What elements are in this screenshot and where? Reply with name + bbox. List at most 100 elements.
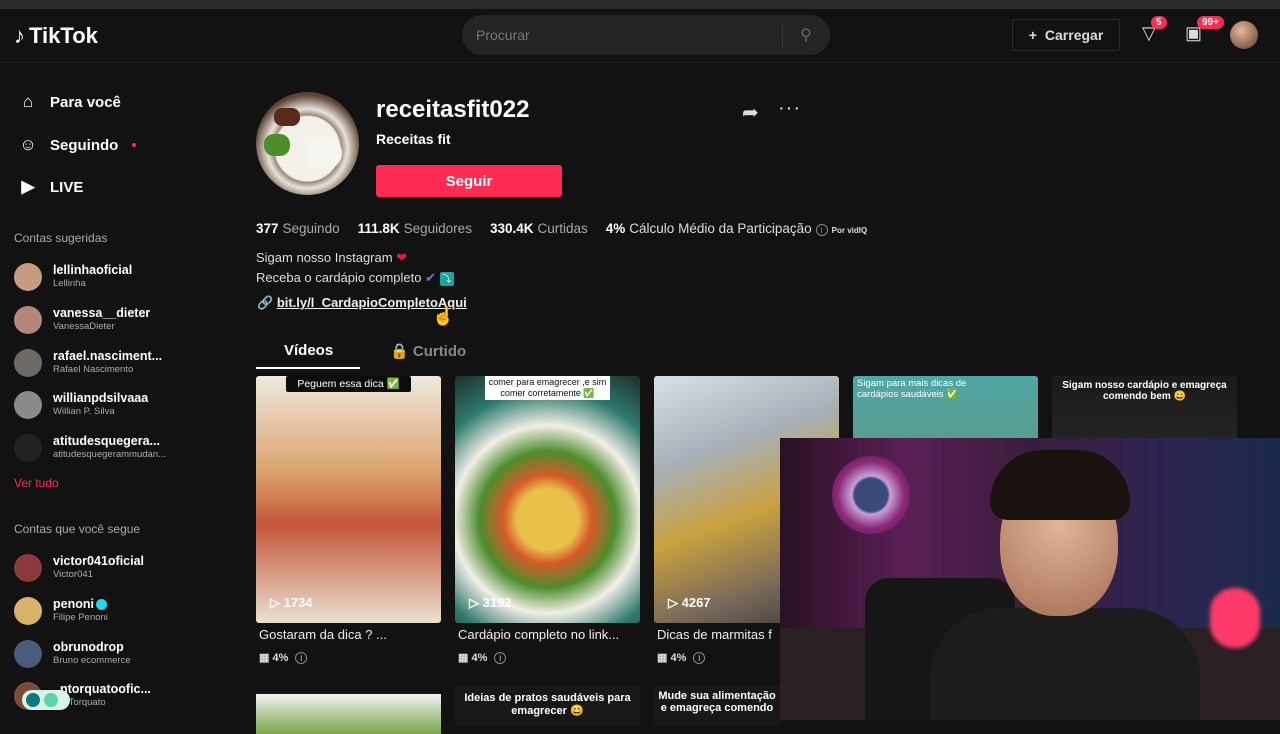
video-card[interactable]: Mude sua alimentação e emagreça comendo <box>654 686 780 726</box>
bar-chart-icon: ▦ <box>259 652 270 664</box>
link-icon: 🔗 <box>257 295 274 310</box>
avatar-meat <box>274 108 300 126</box>
verified-icon <box>95 599 107 611</box>
avatar <box>14 554 42 582</box>
stat-engagement: 4% Cálculo Médio da Participação i Por vidI… <box>605 221 868 236</box>
webcam-lamp <box>832 456 910 534</box>
heart-icon: ❤ <box>396 250 408 265</box>
logo-text: TikTok <box>29 23 98 48</box>
nav-following[interactable]: ☺ Seguindo <box>18 135 137 155</box>
extension-toggle[interactable] <box>22 690 70 710</box>
plus-icon: + <box>1028 27 1037 43</box>
account-sub: VanessaDieter <box>53 321 115 332</box>
webcam-overlay <box>780 438 1280 720</box>
suggested-account[interactable]: atitudesquegera... atitudesquegerammudan… <box>14 432 194 466</box>
info-icon[interactable]: i <box>693 652 706 664</box>
video-caption[interactable]: Cardápio completo no link... <box>458 627 638 642</box>
video-engagement: ▦ 4% i <box>259 651 311 664</box>
profile-display-name: Receitas fit <box>376 131 451 147</box>
account-sub: Filipe Penoni <box>53 612 108 623</box>
video-top-caption: Peguem essa dica ✅ <box>286 376 411 392</box>
account-name: victor041oficial <box>53 554 145 568</box>
upload-label: Carregar <box>1044 27 1104 43</box>
nav-for-you[interactable]: ⌂ Para você <box>18 92 121 112</box>
bar-chart-icon: ▦ <box>458 652 469 664</box>
vidiq-label: Por vidIQ <box>831 226 868 235</box>
profile-tabs: Vídeos 🔒 Curtido <box>256 338 796 369</box>
suggested-account[interactable]: vanessa__dieter VanessaDieter <box>14 304 194 338</box>
webcam-neon-light <box>1210 588 1260 648</box>
avatar <box>14 640 42 668</box>
browser-strip <box>0 0 1280 9</box>
video-engagement: ▦ 4% i <box>458 651 510 664</box>
account-sub: Victor041 <box>53 569 93 580</box>
video-caption[interactable]: Gostaram da dica ? ... <box>259 627 439 642</box>
video-views: ▷ 1734 <box>270 595 313 610</box>
video-top-caption: Sigam nosso cardápio e emagreça comendo … <box>1062 380 1227 402</box>
inbox-badge: 5 <box>1151 16 1167 29</box>
arrow-square-icon: ⤵ <box>439 271 454 286</box>
suggested-account[interactable]: willianpdsilvaaa Willian P. Silva <box>14 389 194 423</box>
messages-badge: 99+ <box>1197 16 1224 29</box>
share-icon[interactable]: ➦ <box>742 100 759 125</box>
profile-avatar <box>256 92 359 195</box>
notification-dot <box>132 143 137 147</box>
profile-username: receitasfit022 <box>376 96 530 123</box>
info-icon[interactable]: i <box>494 652 507 664</box>
nav-for-you-label: Para você <box>50 93 121 111</box>
tab-liked[interactable]: 🔒 Curtido <box>390 342 466 360</box>
followed-account[interactable]: penoni Filipe Penoni <box>14 595 194 629</box>
follow-button[interactable]: Seguir <box>376 165 562 197</box>
suggested-account[interactable]: lellinhaoficial Lellinha <box>14 261 194 295</box>
account-sub: atitudesquegerammudan... <box>53 449 167 460</box>
followed-account[interactable]: victor041oficial Victor041 <box>14 552 194 586</box>
tab-videos[interactable]: Vídeos <box>284 342 333 359</box>
lock-icon: 🔒 <box>390 343 409 360</box>
avatar <box>14 263 42 291</box>
account-name: willianpdsilvaaa <box>53 391 149 405</box>
account-name: atitudesquegera... <box>53 434 160 448</box>
info-icon[interactable]: i <box>295 652 308 664</box>
avatar <box>14 434 42 462</box>
video-card[interactable]: Ideias de pratos saudáveis para emagrece… <box>455 686 640 726</box>
tiktok-logo[interactable]: ♪ TikTok <box>14 23 98 49</box>
video-top-caption: Ideias de pratos saudáveis para emagrece… <box>464 692 631 717</box>
nav-live[interactable]: ▶ LIVE <box>18 177 83 197</box>
extension-icon <box>44 693 58 707</box>
following-title: Contas que você segue <box>14 522 141 536</box>
followed-account[interactable]: obrunodrop Bruno ecommerce <box>14 638 194 672</box>
account-sub: Bruno ecommerce <box>53 655 131 666</box>
check-icon: ✔ <box>425 270 437 285</box>
info-icon[interactable]: i <box>815 224 828 236</box>
avatar-salad <box>264 134 290 156</box>
suggested-account[interactable]: rafael.nasciment... Rafael Nascimento <box>14 347 194 381</box>
video-card[interactable] <box>256 694 441 734</box>
account-sub: Willian P. Silva <box>53 406 115 417</box>
user-avatar[interactable] <box>1230 21 1258 49</box>
video-card[interactable]: comer para emagrecer ,e sim comer corret… <box>455 376 640 623</box>
search-bar: ⚲ <box>462 15 830 55</box>
stat-following[interactable]: 377 Seguindo <box>256 221 340 236</box>
profile-stats: 377 Seguindo 111.8K Seguidores 330.4K Curti… <box>256 221 867 236</box>
see-all-link[interactable]: Ver tudo <box>14 476 59 490</box>
stat-likes: 330.4K Curtidas <box>489 221 588 236</box>
upload-button[interactable]: + Carregar <box>1012 19 1120 51</box>
account-name: rafael.nasciment... <box>53 349 163 363</box>
account-name: vanessa__dieter <box>53 306 151 320</box>
search-input[interactable] <box>462 27 782 43</box>
video-views: ▷ 4267 <box>668 595 711 610</box>
avatar <box>14 391 42 419</box>
video-caption[interactable]: Dicas de marmitas f <box>657 627 779 642</box>
extension-icon <box>26 693 40 707</box>
stat-followers[interactable]: 111.8K Seguidores <box>358 221 472 236</box>
video-top-caption: Mude sua alimentação e emagreça comendo <box>658 690 776 714</box>
more-icon[interactable]: ··· <box>778 97 801 120</box>
avatar <box>14 306 42 334</box>
mouse-cursor-icon: ☝ <box>432 306 455 326</box>
avatar-rice <box>306 137 342 169</box>
avatar <box>14 597 42 625</box>
account-sub: Lellinha <box>53 278 86 289</box>
account-name: obrunodrop <box>53 640 124 654</box>
search-icon[interactable]: ⚲ <box>783 25 829 45</box>
video-card[interactable]: Peguem essa dica ✅ ▷ 1734 <box>256 376 441 623</box>
